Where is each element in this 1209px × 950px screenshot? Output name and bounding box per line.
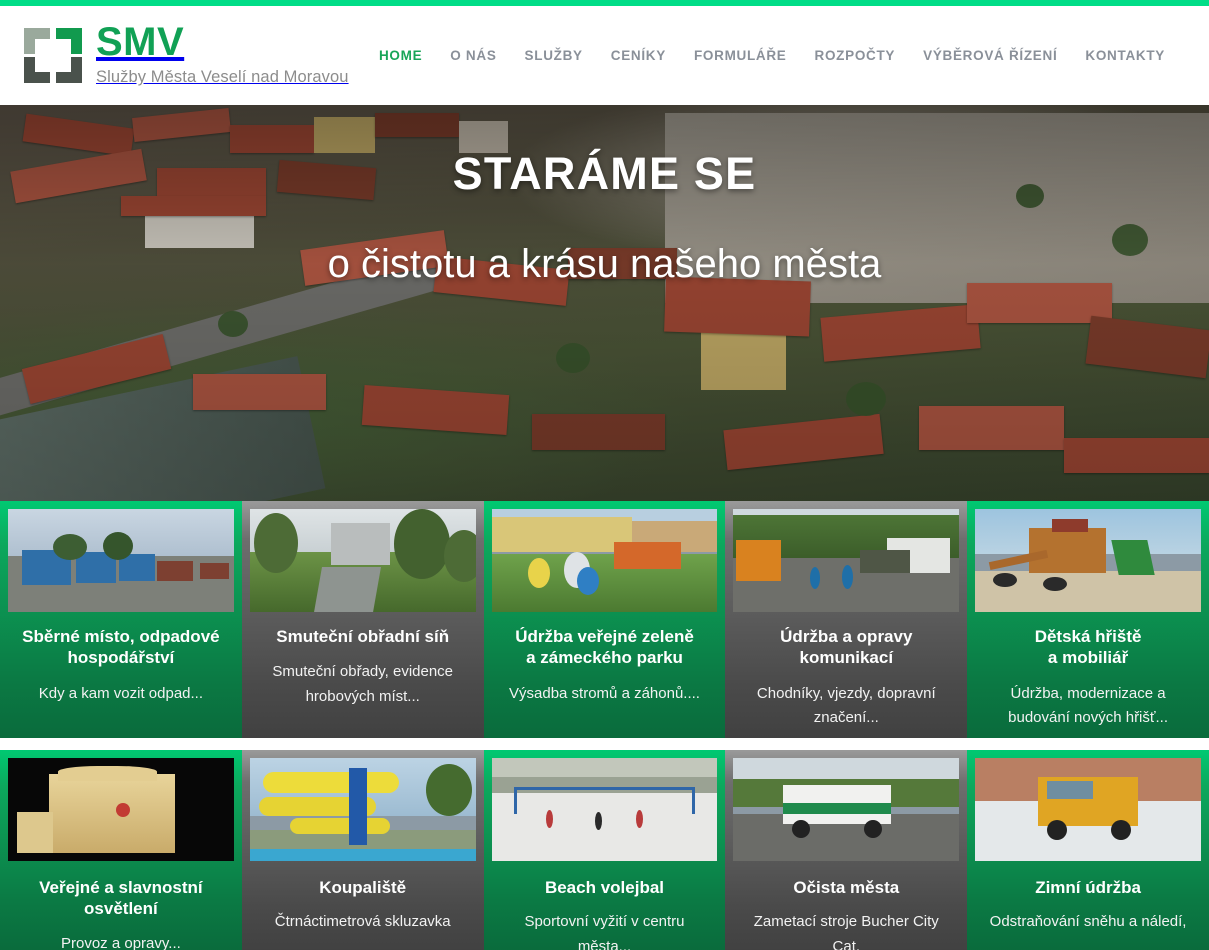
nav-item-ceniky[interactable]: CENÍKY <box>597 38 680 73</box>
snow-plough-machine-photo <box>975 758 1201 861</box>
card-description: Výsadba stromů a záhonů.... <box>501 682 708 706</box>
yellow-waterslide-photo <box>250 758 476 861</box>
playground-photo <box>975 509 1201 612</box>
card-title: Beach volejbal <box>539 877 670 898</box>
service-cards-row-2: Veřejné a slavnostní osvětlení Provoz a … <box>0 750 1209 950</box>
card-title: Koupaliště <box>313 877 412 898</box>
beach-volleyball-court-photo <box>492 758 718 861</box>
service-card-zimni-udrzba[interactable]: Zimní údržba Odstraňování sněhu a náledí… <box>967 750 1209 950</box>
nav-item-rozpocty[interactable]: ROZPOČTY <box>801 38 910 73</box>
card-description: Kdy a kam vozit odpad... <box>31 682 211 706</box>
service-card-udrzba-verejne-zelene[interactable]: Údržba veřejné zeleně a zámeckého parku … <box>484 501 726 738</box>
service-cards-row-1: Sběrné místo, odpadové hospodářství Kdy … <box>0 501 1209 738</box>
card-description: Odstraňování sněhu a náledí, <box>982 910 1195 934</box>
card-title: Očista města <box>787 877 905 898</box>
card-title: Sběrné místo, odpadové hospodářství <box>8 626 234 669</box>
card-title: Dětská hřiště a mobiliář <box>1029 626 1148 669</box>
nav-item-sluzby[interactable]: SLUŽBY <box>511 38 597 73</box>
bracket-square-logo-icon <box>24 28 82 83</box>
main-navigation: HOME O NÁS SLUŽBY CENÍKY FORMULÁŘE ROZPO… <box>365 38 1189 73</box>
service-card-smutecni-obradni-sin[interactable]: Smuteční obřadní síň Smuteční obřady, ev… <box>242 501 484 738</box>
card-title: Smuteční obřadní síň <box>270 626 455 647</box>
blue-waste-containers-photo <box>8 509 234 612</box>
brand-logo-link[interactable]: SMV Služby Města Veselí nad Moravou <box>24 22 349 88</box>
card-description: Zametací stroje Bucher City Cat, <box>733 910 959 950</box>
service-card-verejne-osvetleni[interactable]: Veřejné a slavnostní osvětlení Provoz a … <box>0 750 242 950</box>
road-repair-crew-photo <box>733 509 959 612</box>
street-sweeper-truck-photo <box>733 758 959 861</box>
funeral-hall-path-photo <box>250 509 476 612</box>
nav-item-formulare[interactable]: FORMULÁŘE <box>680 38 801 73</box>
nav-item-home[interactable]: HOME <box>365 38 436 73</box>
card-description: Čtrnáctimetrová skluzavka <box>267 910 459 934</box>
card-description: Smuteční obřady, evidence hrobových míst… <box>250 660 476 709</box>
illuminated-building-night-photo <box>8 758 234 861</box>
nav-item-o-nas[interactable]: O NÁS <box>436 38 510 73</box>
card-title: Veřejné a slavnostní osvětlení <box>8 877 234 920</box>
card-title: Údržba a opravy komunikací <box>733 626 959 669</box>
hero-title: STARÁME SE <box>0 148 1209 200</box>
nav-item-vyberova-rizeni[interactable]: VÝBĚROVÁ ŘÍZENÍ <box>909 38 1071 73</box>
service-card-detska-hriste[interactable]: Dětská hřiště a mobiliář Údržba, moderni… <box>967 501 1209 738</box>
brand-subtitle: Služby Města Veselí nad Moravou <box>96 66 349 88</box>
service-card-beach-volejbal[interactable]: Beach volejbal Sportovní vyžití v centru… <box>484 750 726 950</box>
card-description: Sportovní vyžití v centru města... <box>492 910 718 950</box>
card-description: Údržba, modernizace a budování nových hř… <box>975 682 1201 731</box>
card-description: Provoz a opravy... <box>53 932 189 950</box>
card-description: Chodníky, vjezdy, dopravní značení... <box>733 682 959 731</box>
row-spacer <box>0 738 1209 750</box>
service-card-koupaliste[interactable]: Koupaliště Čtrnáctimetrová skluzavka <box>242 750 484 950</box>
service-card-ocista-mesta[interactable]: Očista města Zametací stroje Bucher City… <box>725 750 967 950</box>
hero-subtitle: o čistotu a krásu našeho města <box>0 242 1209 287</box>
brand-name: SMV <box>96 22 349 62</box>
service-card-sberne-misto[interactable]: Sběrné místo, odpadové hospodářství Kdy … <box>0 501 242 738</box>
nav-item-kontakty[interactable]: KONTAKTY <box>1071 38 1179 73</box>
service-card-udrzba-a-opravy-komunikaci[interactable]: Údržba a opravy komunikací Chodníky, vje… <box>725 501 967 738</box>
card-title: Zimní údržba <box>1029 877 1147 898</box>
card-title: Údržba veřejné zeleně a zámeckého parku <box>509 626 700 669</box>
hero-banner: STARÁME SE o čistotu a krásu našeho měst… <box>0 105 1209 501</box>
site-header: SMV Služby Města Veselí nad Moravou HOME… <box>0 6 1209 105</box>
park-easter-eggs-truck-photo <box>492 509 718 612</box>
